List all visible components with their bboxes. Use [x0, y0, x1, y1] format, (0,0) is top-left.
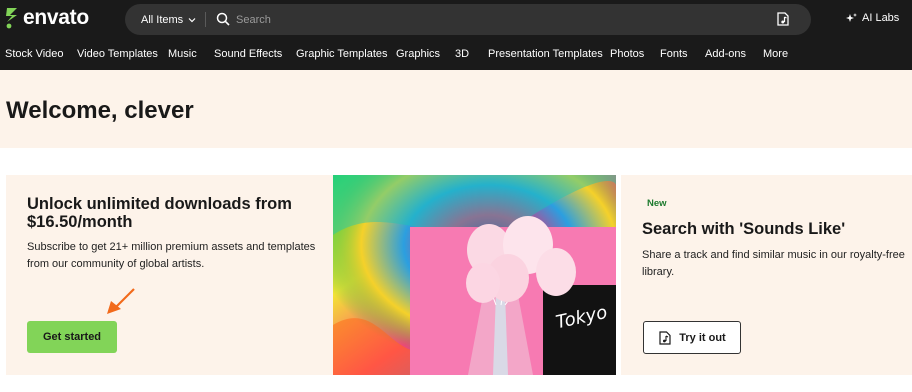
category-link[interactable]: Graphic Templates [296, 48, 388, 60]
ai-labs-link[interactable]: AI Labs [846, 12, 899, 24]
sounds-like-card: New Search with 'Sounds Like' Share a tr… [621, 175, 912, 375]
sparkle-icon [846, 12, 857, 22]
search-category-dropdown[interactable]: All Items [141, 4, 196, 35]
search-input[interactable] [236, 8, 736, 31]
category-link[interactable]: More [763, 48, 788, 60]
try-it-out-button[interactable]: Try it out [643, 321, 741, 354]
search-icon [216, 12, 230, 26]
category-link[interactable]: Graphics [396, 48, 440, 60]
category-link[interactable]: Add-ons [705, 48, 746, 60]
try-it-out-label: Try it out [679, 331, 726, 344]
category-link[interactable]: Photos [610, 48, 644, 60]
category-link[interactable]: Stock Video [5, 48, 64, 60]
hero-image: Tokyo [333, 175, 616, 375]
music-search-icon[interactable] [775, 11, 791, 27]
search-bar: All Items [125, 4, 811, 35]
promo-title: Unlock unlimited downloads from $16.50/m… [27, 195, 292, 231]
top-navigation: envato All Items AI Labs Stock Video [0, 0, 912, 70]
envato-leaf-icon [6, 8, 17, 29]
envato-logo[interactable]: envato [4, 6, 89, 30]
page-title: Welcome, clever [6, 97, 194, 124]
category-link[interactable]: Sound Effects [214, 48, 282, 60]
sounds-like-description: Share a track and find similar music in … [642, 249, 905, 278]
promo-description: Subscribe to get 21+ million premium ass… [27, 241, 316, 270]
ai-labs-label: AI Labs [862, 12, 900, 24]
category-link[interactable]: 3D [455, 48, 469, 60]
get-started-button[interactable]: Get started [27, 321, 117, 353]
annotation-arrow-icon [107, 288, 135, 314]
category-link[interactable]: Fonts [660, 48, 688, 60]
search-category-label: All Items [141, 13, 184, 26]
music-file-icon [659, 330, 671, 345]
search-divider [205, 12, 206, 27]
chevron-down-icon [188, 17, 196, 22]
logo-wordmark: envato [23, 6, 89, 29]
new-badge: New [647, 198, 667, 209]
sounds-like-title: Search with 'Sounds Like' [642, 220, 846, 238]
welcome-banner: Welcome, clever [0, 70, 912, 148]
category-link[interactable]: Presentation Templates [488, 48, 603, 60]
category-link[interactable]: Music [168, 48, 197, 60]
category-link[interactable]: Video Templates [77, 48, 158, 60]
